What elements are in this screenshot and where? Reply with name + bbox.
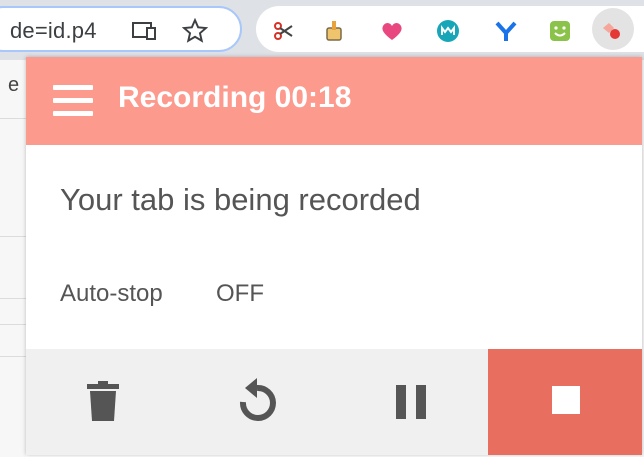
restart-icon: [239, 378, 276, 421]
stop-button[interactable]: [488, 349, 642, 455]
menu-icon[interactable]: [53, 85, 93, 117]
page-text-fragment: e: [8, 74, 20, 96]
bucket-icon[interactable]: [322, 19, 346, 43]
address-bar[interactable]: de=id.p4: [0, 6, 242, 52]
smiley-icon[interactable]: [548, 19, 572, 43]
delete-button[interactable]: [26, 349, 180, 455]
restart-button[interactable]: [180, 349, 334, 455]
browser-toolbar: de=id.p4: [0, 0, 644, 60]
stop-icon: [552, 386, 580, 414]
autostop-toggle[interactable]: OFF: [216, 280, 264, 308]
recording-title: Recording 00:18: [118, 81, 352, 114]
y-icon[interactable]: [494, 19, 518, 43]
autostop-label: Auto-stop: [60, 280, 163, 307]
recorder-popup: Recording 00:18 Your tab is being record…: [26, 57, 642, 455]
m-circle-icon[interactable]: [436, 19, 460, 43]
recording-controls: [26, 349, 642, 455]
pause-icon: [396, 385, 426, 419]
recording-status: Your tab is being recorded: [60, 182, 421, 217]
pause-button[interactable]: [334, 349, 488, 455]
url-text[interactable]: de=id.p4: [10, 18, 97, 44]
screen-recorder-icon[interactable]: [600, 19, 624, 43]
extensions-area: [256, 6, 644, 52]
star-icon[interactable]: [182, 18, 208, 44]
popup-header: Recording 00:18: [26, 57, 642, 145]
delete-icon: [87, 381, 119, 421]
cast-icon[interactable]: [132, 20, 156, 42]
underlying-page: e: [0, 60, 26, 457]
heart-icon[interactable]: [380, 19, 404, 43]
scissors-icon[interactable]: [272, 19, 296, 43]
